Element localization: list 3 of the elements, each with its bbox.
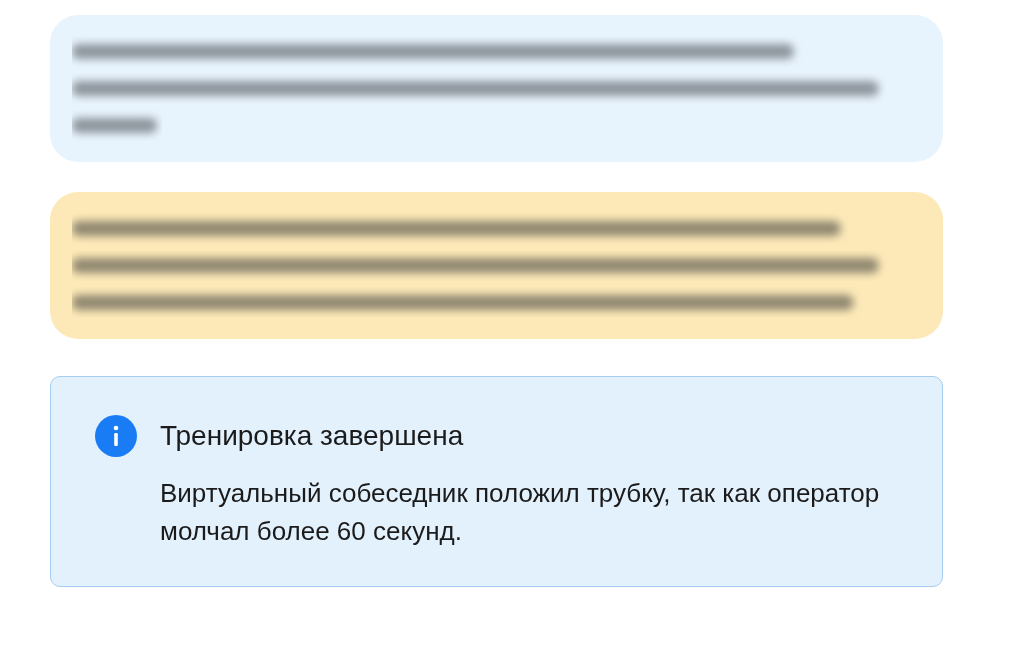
alert-message: Виртуальный собеседник положил трубку, так как оператор молчал более 60 секунд.	[160, 477, 881, 548]
info-icon	[95, 415, 137, 457]
alert-title: Тренировка завершена	[160, 419, 465, 453]
